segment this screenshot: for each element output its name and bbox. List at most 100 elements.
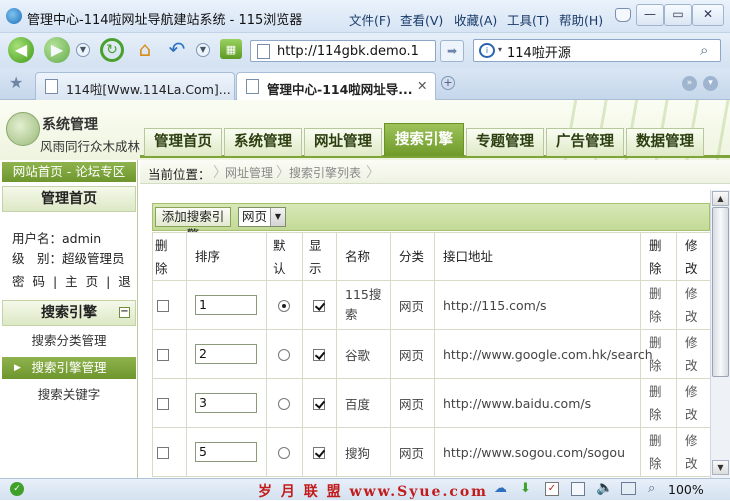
col-header-delete-select: 删除 (152, 232, 187, 281)
secure-check-icon[interactable]: ✓ (10, 482, 24, 496)
shirt-skin-icon[interactable] (615, 8, 631, 22)
zoom-magnifier-icon[interactable]: ⌕ (648, 481, 655, 496)
collapse-icon[interactable]: − (119, 307, 130, 318)
sidebar-section-heading[interactable]: 搜索引擎 − (2, 300, 136, 326)
menu-favorites[interactable]: 收藏(A) (454, 10, 497, 29)
default-radio[interactable] (278, 300, 290, 312)
search-engine-icon[interactable]: i (479, 43, 495, 58)
home-icon[interactable]: ⌂ (132, 37, 158, 61)
table-row: 5 搜狗 网页 http://www.sogou.com/sogou 删除 修改 (152, 427, 710, 477)
table-row: 1 115搜索 网页 http://115.com/s 删除 修改 (152, 280, 710, 330)
sidebar-home-heading[interactable]: 管理首页 (2, 186, 136, 212)
nav-tab-home[interactable]: 管理首页 (144, 128, 222, 156)
display-checkbox[interactable] (313, 398, 325, 410)
undo-icon[interactable]: ↶ (164, 37, 190, 61)
add-search-engine-button[interactable]: 添加搜索引擎 (155, 207, 231, 242)
checklist-icon[interactable]: ✓ (545, 482, 559, 496)
logo-title: 系统管理 (42, 117, 98, 133)
minimize-button[interactable]: — (636, 4, 664, 26)
display-checkbox[interactable] (313, 300, 325, 312)
history-dropdown-icon[interactable]: ▼ (76, 43, 90, 57)
row-select-checkbox[interactable] (157, 398, 169, 410)
scroll-thumb[interactable] (712, 207, 729, 377)
maximize-button[interactable]: ▭ (664, 4, 692, 26)
search-engine-dropdown-icon[interactable]: ▾ (498, 45, 502, 54)
nav-tab-sites[interactable]: 网址管理 (304, 128, 382, 156)
account-links[interactable]: 密 码 | 主 页 | 退 出 (12, 271, 153, 290)
breadcrumb-separator-icon: 〉 (366, 165, 380, 181)
breadcrumb-item-sites[interactable]: 网址管理 (225, 164, 273, 181)
cloud-icon[interactable]: ☁ (494, 481, 507, 496)
scroll-up-icon[interactable]: ▲ (712, 191, 729, 206)
delete-link[interactable]: 删除 (649, 429, 663, 475)
go-arrow-icon[interactable]: ➡ (440, 40, 464, 62)
display-checkbox[interactable] (313, 349, 325, 361)
delete-link[interactable]: 删除 (649, 282, 663, 328)
order-input[interactable]: 3 (195, 393, 257, 413)
scroll-down-icon[interactable]: ▼ (712, 460, 729, 475)
engine-name: 搜狗 (336, 427, 391, 477)
nav-tab-search-engines[interactable]: 搜索引擎 (384, 123, 464, 156)
default-radio[interactable] (278, 398, 290, 410)
default-radio[interactable] (278, 447, 290, 459)
row-select-checkbox[interactable] (157, 300, 169, 312)
sidebar-item-search-engines[interactable]: ▶ 搜索引擎管理 (2, 357, 136, 379)
speaker-icon[interactable]: 🔈 (596, 480, 613, 496)
screenshot-icon[interactable] (621, 482, 636, 495)
order-input[interactable]: 5 (195, 442, 257, 462)
section-heading-label: 搜索引擎 (41, 305, 97, 321)
default-radio[interactable] (278, 349, 290, 361)
category-filter-select[interactable]: 网页 ▼ (238, 207, 286, 227)
table-row: 3 百度 网页 http://www.baidu.com/s 删除 修改 (152, 378, 710, 428)
menu-view[interactable]: 查看(V) (400, 10, 443, 29)
tab-admin[interactable]: 管理中心-114啦网址导... ✕ (236, 72, 436, 100)
tabs-menu-icon[interactable]: ▾ (703, 76, 718, 91)
back-arrow-icon[interactable]: ◀ (8, 37, 34, 63)
new-tab-icon[interactable]: + (441, 76, 455, 90)
zoom-level[interactable]: 100% (668, 482, 704, 497)
sidebar-item-search-categories[interactable]: 搜索分类管理 (2, 330, 136, 352)
row-select-checkbox[interactable] (157, 447, 169, 459)
basket-icon[interactable]: ▦ (220, 39, 242, 59)
col-header-default: 默认 (266, 232, 303, 281)
edit-link[interactable]: 修改 (685, 331, 699, 377)
display-checkbox[interactable] (313, 447, 325, 459)
refresh-icon[interactable]: ↻ (100, 38, 124, 62)
menu-help[interactable]: 帮助(H) (559, 10, 603, 29)
watermark-text: 岁 月 联 盟 www.Syue.com (258, 484, 488, 500)
download-icon[interactable]: ⬇ (520, 481, 531, 496)
nav-tab-topics[interactable]: 专题管理 (466, 128, 544, 156)
engine-api-url: http://www.sogou.com/sogou (434, 427, 641, 477)
col-header-name: 名称 (336, 232, 391, 281)
order-input[interactable]: 2 (195, 344, 257, 364)
delete-link[interactable]: 删除 (649, 331, 663, 377)
menu-file[interactable]: 文件(F) (349, 10, 391, 29)
tab-page-icon (246, 79, 259, 94)
edit-link[interactable]: 修改 (685, 282, 699, 328)
vertical-scrollbar[interactable]: ▲ ▼ (710, 190, 730, 478)
sidebar-item-search-keywords[interactable]: 搜索关键字 (2, 384, 136, 406)
tab-114la[interactable]: 114啦[Www.114La.Com]... (35, 72, 235, 100)
tab-close-icon[interactable]: ✕ (417, 78, 427, 93)
magnifier-icon[interactable]: ⌕ (700, 41, 708, 59)
address-bar[interactable]: http://114gbk.demo.1 (250, 40, 436, 62)
search-box[interactable]: i ▾ 114啦开源 ⌕ (473, 39, 721, 62)
nav-tab-data[interactable]: 数据管理 (626, 128, 704, 156)
engine-name: 115搜索 (345, 287, 382, 322)
edit-link[interactable]: 修改 (685, 429, 699, 475)
window-icon[interactable] (571, 482, 585, 496)
nav-tab-ads[interactable]: 广告管理 (546, 128, 624, 156)
order-input[interactable]: 1 (195, 295, 257, 315)
nav-tab-system[interactable]: 系统管理 (224, 128, 302, 156)
title-bar: 管理中心-114啦网址导航建站系统 - 115浏览器 文件(F) 查看(V) 收… (0, 0, 730, 33)
undo-dropdown-icon[interactable]: ▼ (196, 43, 210, 57)
menu-tools[interactable]: 工具(T) (507, 10, 549, 29)
favorites-star-icon[interactable]: ★ (9, 73, 23, 92)
row-select-checkbox[interactable] (157, 349, 169, 361)
sidebar-top-link[interactable]: 网站首页 - 论坛专区 (2, 162, 136, 182)
delete-link[interactable]: 删除 (649, 380, 663, 426)
edit-link[interactable]: 修改 (685, 380, 699, 426)
close-window-button[interactable]: ✕ (692, 4, 724, 26)
forward-arrow-icon[interactable]: ▶ (44, 37, 70, 63)
tabs-scroll-icon[interactable]: » (682, 76, 697, 91)
